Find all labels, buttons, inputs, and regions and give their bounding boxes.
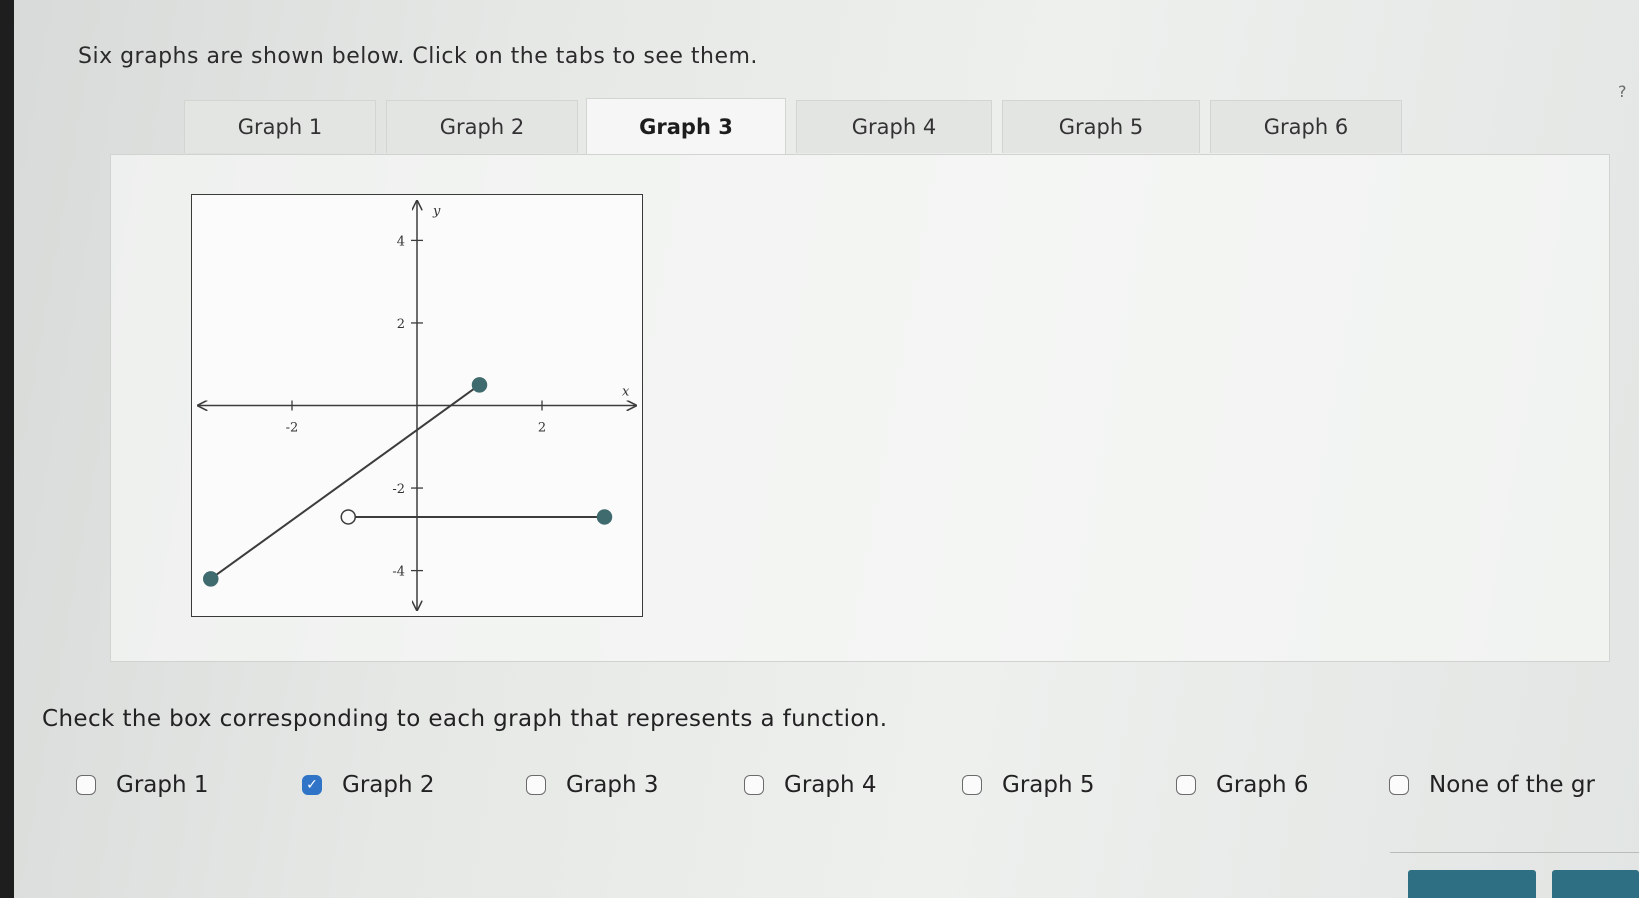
- option-label: Graph 2: [342, 772, 435, 798]
- checkbox-graph-6[interactable]: [1176, 775, 1196, 795]
- answer-options: Graph 1 ✓ Graph 2 Graph 3 Graph 4 Graph …: [76, 760, 1639, 810]
- tab-graph-1[interactable]: Graph 1: [184, 100, 376, 153]
- option-graph-6[interactable]: Graph 6: [1176, 760, 1309, 810]
- graph-tabs: Graph 1 Graph 2 Graph 3 Graph 4 Graph 5 …: [184, 98, 1424, 156]
- open-endpoint: [340, 509, 356, 525]
- option-label: Graph 3: [566, 772, 659, 798]
- tab-graph-5[interactable]: Graph 5: [1002, 100, 1200, 153]
- tab-graph-2[interactable]: Graph 2: [386, 100, 578, 153]
- x-tick-label: 2: [538, 421, 546, 436]
- graph-svg: x y -2 2 4 2 -2 -4: [192, 195, 642, 616]
- graph-3-plot: x y -2 2 4 2 -2 -4: [191, 194, 643, 617]
- checkbox-graph-4[interactable]: [744, 775, 764, 795]
- screen-bezel: [0, 0, 14, 898]
- closed-endpoint: [596, 509, 613, 525]
- explanation-button[interactable]: [1408, 870, 1536, 898]
- option-label: Graph 4: [784, 772, 877, 798]
- check-button[interactable]: [1552, 870, 1639, 898]
- option-none[interactable]: None of the gr: [1389, 760, 1595, 810]
- option-graph-1[interactable]: Graph 1: [76, 760, 209, 810]
- y-axis-label: y: [432, 204, 441, 219]
- x-axis-label: x: [622, 385, 630, 400]
- option-label: Graph 1: [116, 772, 209, 798]
- y-tick-label: -4: [392, 565, 405, 580]
- option-graph-4[interactable]: Graph 4: [744, 760, 877, 810]
- option-graph-3[interactable]: Graph 3: [526, 760, 659, 810]
- instructions-text: Six graphs are shown below. Click on the…: [78, 44, 758, 69]
- tab-graph-6[interactable]: Graph 6: [1210, 100, 1402, 153]
- x-tick-label: -2: [286, 421, 299, 436]
- checkbox-graph-1[interactable]: [76, 775, 96, 795]
- closed-endpoint: [471, 377, 488, 393]
- help-icon[interactable]: ?: [1618, 82, 1627, 101]
- y-tick-label: 4: [397, 234, 405, 249]
- checkbox-graph-3[interactable]: [526, 775, 546, 795]
- checkbox-graph-5[interactable]: [962, 775, 982, 795]
- closed-endpoint: [203, 571, 219, 587]
- graph-segment: [210, 384, 481, 580]
- option-graph-2[interactable]: ✓ Graph 2: [302, 760, 435, 810]
- option-label: Graph 6: [1216, 772, 1309, 798]
- y-tick-label: 2: [397, 317, 405, 332]
- option-label: None of the gr: [1429, 772, 1595, 798]
- checkbox-graph-2[interactable]: ✓: [302, 775, 322, 795]
- footer-divider: [1390, 852, 1639, 853]
- option-label: Graph 5: [1002, 772, 1095, 798]
- checkmark-icon: ✓: [306, 777, 318, 793]
- checkbox-none[interactable]: [1389, 775, 1409, 795]
- question-text: Check the box corresponding to each grap…: [42, 706, 888, 732]
- option-graph-5[interactable]: Graph 5: [962, 760, 1095, 810]
- tab-graph-4[interactable]: Graph 4: [796, 100, 992, 153]
- tab-graph-3[interactable]: Graph 3: [586, 98, 786, 155]
- y-tick-label: -2: [392, 482, 405, 497]
